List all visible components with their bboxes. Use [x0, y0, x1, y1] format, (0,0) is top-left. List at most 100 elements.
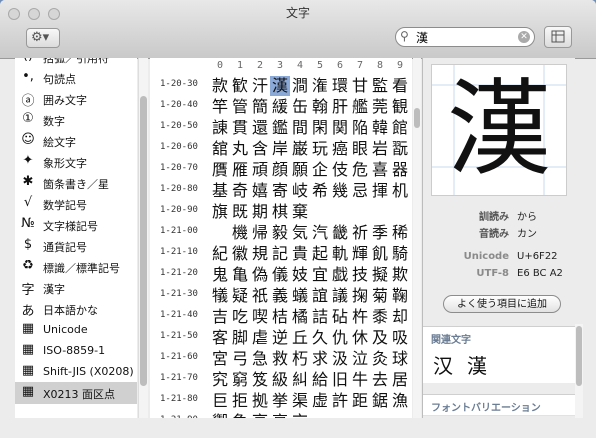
character-cell[interactable]: 偽 [250, 265, 270, 285]
character-cell[interactable]: 汽 [310, 223, 330, 243]
sidebar-item[interactable]: ☺ 絵文字 [15, 130, 137, 152]
character-cell[interactable]: 漁 [390, 391, 410, 411]
character-cell[interactable]: 棋 [270, 202, 290, 222]
sidebar-item[interactable]: ▦ ISO-8859-1 [15, 340, 137, 362]
character-cell[interactable]: 吸 [390, 328, 410, 348]
character-cell[interactable]: 伎 [330, 160, 350, 180]
character-cell[interactable]: 気 [290, 223, 310, 243]
character-cell[interactable]: 巨 [210, 391, 230, 411]
inspector-scroll-thumb[interactable] [576, 326, 582, 386]
character-cell[interactable]: 挙 [270, 391, 290, 411]
character-cell[interactable]: 旗 [210, 202, 230, 222]
related-characters-header[interactable]: 関連文字 [423, 326, 575, 348]
character-cell[interactable]: 漢 [270, 76, 290, 96]
character-cell[interactable]: 監 [370, 76, 390, 96]
character-cell[interactable]: 祈 [350, 223, 370, 243]
character-cell[interactable]: 救 [270, 349, 290, 369]
character-cell[interactable]: 仇 [330, 328, 350, 348]
character-cell[interactable]: 澗 [290, 76, 310, 96]
character-cell[interactable]: 起 [310, 244, 330, 264]
character-cell[interactable]: 喜 [370, 160, 390, 180]
character-cell[interactable]: 関 [330, 118, 350, 138]
character-cell[interactable]: 距 [350, 391, 370, 411]
grid-scrollbar[interactable] [413, 58, 421, 418]
character-cell[interactable]: 既 [230, 202, 250, 222]
character-cell[interactable]: 机 [390, 181, 410, 201]
character-cell[interactable]: 球 [390, 349, 410, 369]
character-cell[interactable]: 魚 [230, 412, 250, 418]
character-cell[interactable]: 鞠 [390, 286, 410, 306]
character-cell[interactable]: 亀 [230, 265, 250, 285]
character-cell[interactable]: 脚 [230, 328, 250, 348]
character-cell[interactable]: 竿 [210, 97, 230, 117]
sidebar-item[interactable]: № 文字様記号 [15, 214, 137, 236]
character-cell[interactable]: 眼 [350, 139, 370, 159]
character-cell[interactable]: 稀 [390, 223, 410, 243]
font-variation-header[interactable]: フォントバリエーション [423, 394, 575, 416]
character-cell[interactable]: 桔 [270, 307, 290, 327]
sidebar-item[interactable]: ✱ 箇条書き／星 [15, 172, 137, 194]
character-cell[interactable]: 鋸 [370, 391, 390, 411]
character-cell[interactable]: 看 [390, 76, 410, 96]
character-cell[interactable]: 妓 [290, 265, 310, 285]
character-cell[interactable]: 徽 [230, 244, 250, 264]
character-cell[interactable]: 閑 [310, 118, 330, 138]
character-cell[interactable]: 嬉 [250, 181, 270, 201]
character-cell[interactable]: 韓 [370, 118, 390, 138]
character-cell[interactable]: 汲 [330, 349, 350, 369]
character-cell[interactable]: 弓 [230, 349, 250, 369]
character-cell[interactable]: 緩 [270, 97, 290, 117]
character-cell[interactable]: 丘 [290, 328, 310, 348]
character-cell[interactable]: 戯 [330, 265, 350, 285]
character-cell[interactable]: 環 [330, 76, 350, 96]
character-cell[interactable]: 忌 [350, 181, 370, 201]
character-cell[interactable]: 間 [290, 118, 310, 138]
character-cell[interactable]: 騎 [390, 244, 410, 264]
character-cell[interactable]: 杵 [350, 307, 370, 327]
character-cell[interactable]: 莞 [370, 97, 390, 117]
character-cell[interactable]: 含 [250, 139, 270, 159]
character-cell[interactable]: 幾 [330, 181, 350, 201]
character-cell[interactable]: 規 [250, 244, 270, 264]
character-cell[interactable]: 艦 [350, 97, 370, 117]
character-cell[interactable]: 鬼 [210, 265, 230, 285]
character-cell[interactable]: 缶 [290, 97, 310, 117]
character-cell[interactable]: 企 [310, 160, 330, 180]
related-char[interactable]: 漢 [467, 350, 487, 379]
character-cell[interactable]: 奇 [230, 181, 250, 201]
character-cell[interactable]: 誼 [310, 286, 330, 306]
character-cell[interactable]: 毅 [270, 223, 290, 243]
character-cell[interactable]: 輝 [350, 244, 370, 264]
character-cell[interactable]: 機 [230, 223, 250, 243]
character-cell[interactable]: 巌 [290, 139, 310, 159]
character-cell[interactable]: 笈 [250, 370, 270, 390]
character-cell[interactable]: 去 [370, 370, 390, 390]
character-cell[interactable]: 軌 [330, 244, 350, 264]
character-cell[interactable]: 舘 [210, 139, 230, 159]
character-cell[interactable]: 玩 [310, 139, 330, 159]
character-cell[interactable]: 詰 [310, 307, 330, 327]
character-cell[interactable]: 牛 [350, 370, 370, 390]
character-cell[interactable]: 黍 [370, 307, 390, 327]
character-cell[interactable]: 岸 [270, 139, 290, 159]
character-cell[interactable]: 観 [390, 97, 410, 117]
character-cell[interactable]: 吉 [210, 307, 230, 327]
character-cell[interactable]: 記 [270, 244, 290, 264]
character-cell[interactable]: 款 [210, 76, 230, 96]
related-char[interactable]: 汉 [433, 350, 453, 379]
character-cell[interactable]: 許 [330, 391, 350, 411]
character-cell[interactable]: 技 [350, 265, 370, 285]
character-cell[interactable]: 貫 [230, 118, 250, 138]
sidebar-scrollbar[interactable] [138, 58, 148, 418]
view-toggle-button[interactable] [544, 26, 572, 48]
character-cell[interactable]: 揮 [370, 181, 390, 201]
sidebar-item[interactable]: あ日本語かな [15, 298, 137, 320]
character-cell[interactable]: 器 [390, 160, 410, 180]
sidebar-item[interactable]: •, 句読点 [15, 67, 137, 89]
character-cell[interactable]: 貴 [290, 244, 310, 264]
character-cell[interactable]: 亨 [250, 412, 270, 418]
character-cell[interactable]: 及 [370, 328, 390, 348]
character-cell[interactable]: 欺 [390, 265, 410, 285]
character-cell[interactable]: 砧 [330, 307, 350, 327]
character-cell[interactable]: 義 [270, 286, 290, 306]
